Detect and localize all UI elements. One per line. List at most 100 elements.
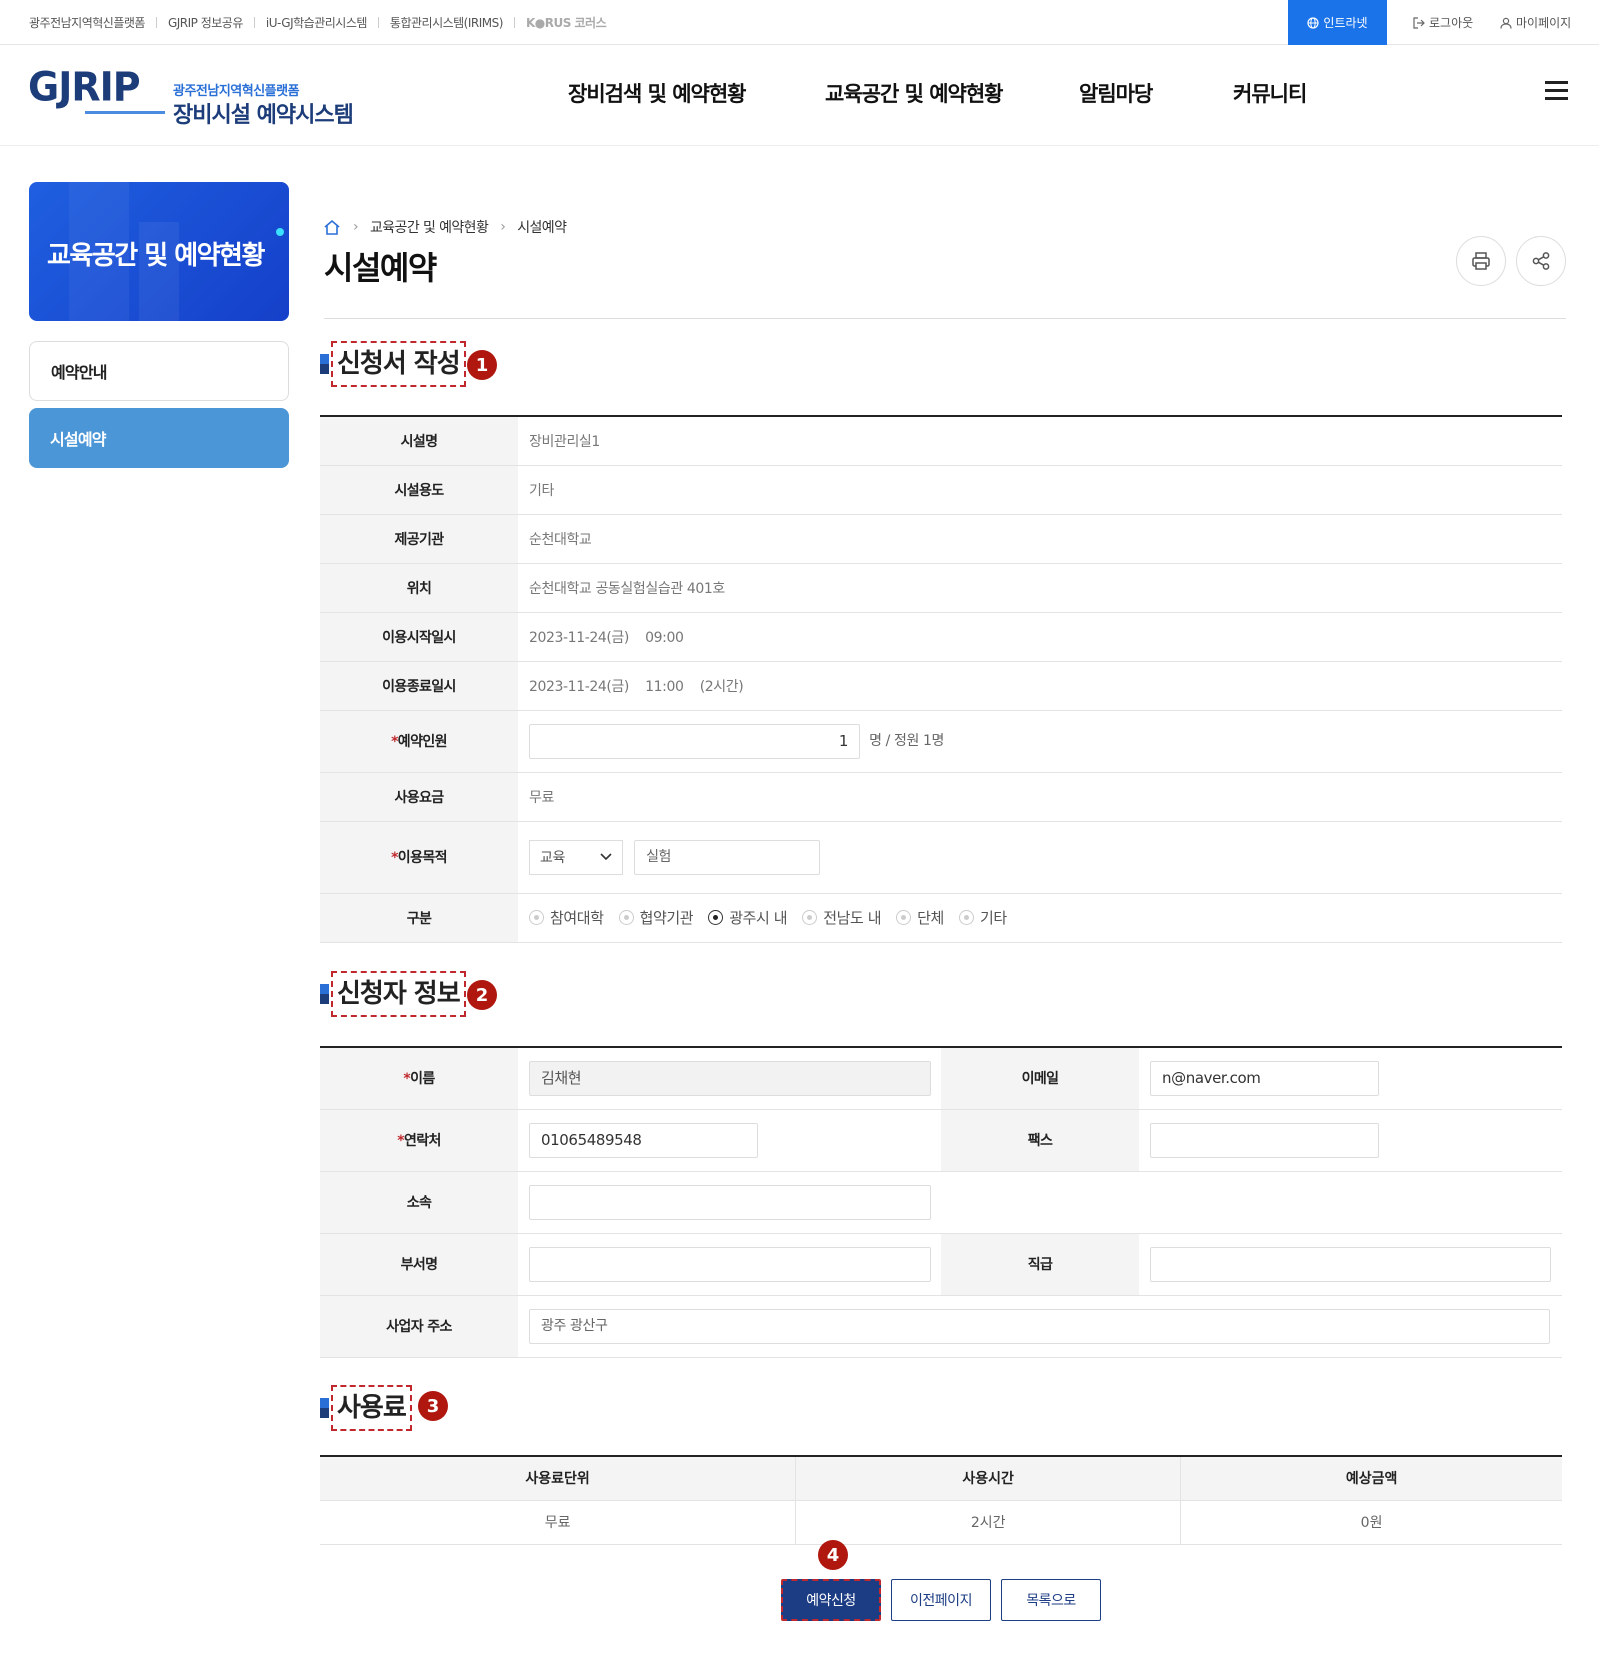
- name-input[interactable]: 김채현: [529, 1060, 931, 1096]
- nav-community[interactable]: 커뮤니티: [1233, 78, 1307, 108]
- usage-time-header: 사용시간: [795, 1456, 1181, 1501]
- address-input[interactable]: 광주 광산구: [529, 1308, 1550, 1344]
- link-iu-gj-lms[interactable]: iU-GJ학습관리시스템: [266, 14, 368, 31]
- phone-input[interactable]: 01065489548: [529, 1122, 758, 1158]
- section-title-apply: 신청서 작성: [331, 341, 466, 387]
- location-value: 순천대학교 공동실험실습관 401호: [518, 563, 1562, 613]
- radio-within-jeonnam[interactable]: 전남도 내: [802, 907, 882, 928]
- step-badge-1: 1: [467, 350, 497, 380]
- fee-table: 사용료단위 사용시간 예상금액 무료 2시간 0원: [320, 1455, 1562, 1545]
- purpose-cell: 교육 실험: [518, 821, 1562, 894]
- nav-education-space[interactable]: 교육공간 및 예약현황: [825, 78, 1004, 108]
- fax-cell: [1139, 1109, 1562, 1172]
- table-row: 부서명 직급: [320, 1233, 1562, 1296]
- end-time: 11:00: [645, 678, 684, 695]
- people-label: *예약인원: [320, 710, 518, 773]
- provider-label: 제공기관: [320, 514, 518, 564]
- people-count-input[interactable]: 1: [529, 723, 860, 759]
- sidebar-item-facility-reservation[interactable]: 시설예약: [29, 408, 289, 468]
- facility-name-value: 장비관리실1: [518, 416, 1562, 466]
- step-badge-3: 3: [418, 1391, 448, 1421]
- fax-input[interactable]: [1150, 1122, 1379, 1158]
- title-divider: [324, 318, 1566, 319]
- link-gjrip-info[interactable]: GJRIP 정보공유: [168, 14, 243, 31]
- mypage-link[interactable]: 마이페이지: [1500, 0, 1571, 45]
- fee-label: 사용요금: [320, 772, 518, 822]
- application-form-table: 시설명 장비관리실1 시설용도 기타 제공기관 순천대학교 위치 순천대학교 공…: [320, 415, 1562, 943]
- radio-participating-university[interactable]: 참여대학: [529, 907, 604, 928]
- radio-group[interactable]: 단체: [896, 907, 944, 928]
- logout-label: 로그아웃: [1429, 16, 1474, 30]
- chevron-right-icon: ›: [353, 219, 359, 235]
- sidebar-banner-title: 교육공간 및 예약현황: [47, 241, 265, 271]
- end-duration: (2시간): [699, 678, 744, 695]
- sidebar-item-label: 시설예약: [50, 430, 106, 449]
- reserve-submit-button[interactable]: 예약신청: [781, 1579, 881, 1621]
- table-row: 시설용도 기타: [320, 465, 1562, 515]
- back-to-list-button[interactable]: 목록으로: [1001, 1579, 1101, 1621]
- table-row: 사용요금 무료: [320, 772, 1562, 822]
- purpose-select[interactable]: 교육: [529, 839, 623, 875]
- rank-input[interactable]: [1150, 1246, 1551, 1282]
- link-gjrip-platform[interactable]: 광주전남지역혁신플랫폼: [29, 14, 145, 31]
- banner-dot: [276, 228, 284, 236]
- home-icon[interactable]: [323, 219, 341, 235]
- address-cell: 광주 광산구: [518, 1295, 1562, 1358]
- print-button[interactable]: [1456, 236, 1506, 286]
- nav-notice[interactable]: 알림마당: [1079, 78, 1153, 108]
- table-row: *이용목적 교육 실험: [320, 821, 1562, 894]
- people-cell: 1 명 / 정원 1명: [518, 710, 1562, 773]
- sidebar-item-reservation-guide[interactable]: 예약안내: [29, 341, 289, 401]
- end-datetime-label: 이용종료일시: [320, 661, 518, 711]
- radio-other[interactable]: 기타: [958, 907, 1007, 928]
- share-button[interactable]: [1516, 236, 1566, 286]
- usage-time-value: 2시간: [795, 1500, 1181, 1545]
- category-label: 구분: [320, 893, 518, 943]
- link-irims[interactable]: 통합관리시스템(IRIMS): [390, 14, 504, 31]
- affiliation-cell: [518, 1171, 1562, 1234]
- affiliation-label: 소속: [320, 1171, 518, 1234]
- name-cell: 김채현: [518, 1047, 941, 1110]
- name-label: *이름: [320, 1047, 518, 1110]
- start-date: 2023-11-24(금): [529, 629, 629, 646]
- fax-label: 팩스: [941, 1109, 1139, 1172]
- table-row: 이용시작일시 2023-11-24(금) 09:00: [320, 612, 1562, 662]
- top-utility-bar: 광주전남지역혁신플랫폼 GJRIP 정보공유 iU-GJ학습관리시스템 통합관리…: [0, 0, 1599, 45]
- breadcrumb-item-facility-reservation[interactable]: 시설예약: [517, 217, 567, 237]
- provider-value: 순천대학교: [518, 514, 1562, 564]
- section-header-applicant: 신청자 정보: [320, 970, 466, 1018]
- user-icon: [1500, 17, 1512, 29]
- radio-partner-institution[interactable]: 협약기관: [618, 907, 694, 928]
- fee-value: 무료: [518, 772, 1562, 822]
- department-cell: [518, 1233, 941, 1296]
- applicant-info-table: *이름 김채현 이메일 n@naver.com *연락처 01065489548…: [320, 1046, 1562, 1358]
- logout-link[interactable]: 로그아웃: [1413, 0, 1473, 45]
- table-row: 제공기관 순천대학교: [320, 514, 1562, 564]
- logo[interactable]: GJRIP: [28, 64, 141, 110]
- section-title-fee: 사용료: [331, 1385, 412, 1431]
- table-row: 무료 2시간 0원: [320, 1500, 1562, 1545]
- link-korus[interactable]: K●RUS 코러스: [526, 14, 607, 31]
- people-capacity-text: 명 / 정원 1명: [869, 733, 944, 749]
- breadcrumb-item-education-space[interactable]: 교육공간 및 예약현황: [370, 217, 489, 237]
- previous-page-button[interactable]: 이전페이지: [891, 1579, 991, 1621]
- purpose-text-input[interactable]: 실험: [634, 839, 821, 875]
- department-input[interactable]: [529, 1246, 931, 1282]
- affiliation-input[interactable]: [529, 1184, 931, 1220]
- address-label: 사업자 주소: [320, 1295, 518, 1358]
- email-input[interactable]: n@naver.com: [1150, 1060, 1379, 1096]
- table-row: 이용종료일시 2023-11-24(금) 11:00 (2시간): [320, 661, 1562, 711]
- radio-within-gwangju[interactable]: 광주시 내: [708, 907, 788, 928]
- section-title-applicant: 신청자 정보: [331, 971, 466, 1017]
- hamburger-menu-icon[interactable]: [1545, 81, 1568, 100]
- end-datetime-cell: 2023-11-24(금) 11:00 (2시간): [518, 661, 1562, 711]
- purpose-select-value: 교육: [540, 850, 565, 866]
- nav-equipment-search[interactable]: 장비검색 및 예약현황: [568, 78, 747, 108]
- fee-unit-value: 무료: [320, 1500, 796, 1545]
- email-label: 이메일: [941, 1047, 1139, 1110]
- phone-cell: 01065489548: [518, 1109, 941, 1172]
- site-header: GJRIP 광주전남지역혁신플랫폼 장비시설 예약시스템 장비검색 및 예약현황…: [0, 45, 1599, 146]
- table-row: 위치 순천대학교 공동실험실습관 401호: [320, 563, 1562, 613]
- table-row: 소속: [320, 1171, 1562, 1234]
- intranet-button[interactable]: 인트라넷: [1288, 0, 1387, 45]
